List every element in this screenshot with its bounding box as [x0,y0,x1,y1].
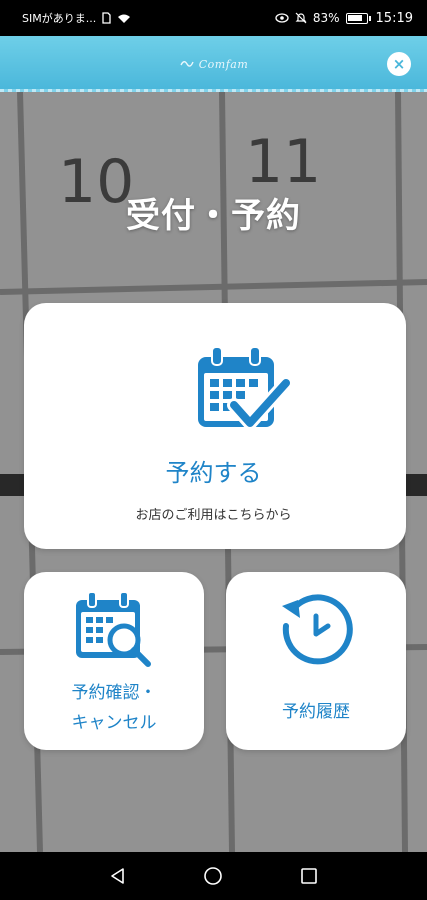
sim-icon [102,12,111,24]
page-title: 受付・予約 [126,196,301,236]
recents-square-icon [301,868,317,884]
close-button[interactable]: × [387,52,411,76]
close-icon: × [392,54,406,73]
confirm-cancel-label[interactable]: 予約確認・ キャンセル [24,678,204,738]
reserve-subtitle: お店のご利用はこちらから [135,508,292,523]
calendar-search-icon [76,591,151,667]
battery-icon [345,12,371,24]
battery-percent: 83% [312,11,340,25]
status-left: SIMがありま... [22,10,131,26]
battery-level [347,14,362,21]
navigation-bar [0,852,427,900]
reserve-label[interactable]: 予約する [0,453,427,488]
confirm-label-line1: 予約確認・ [71,683,157,703]
nav-home-button[interactable] [200,863,226,889]
history-card[interactable] [226,572,406,750]
clock-history-icon [282,594,353,665]
app-header: Comfam × [0,36,427,92]
wifi-icon [117,13,131,24]
nav-back-button[interactable] [105,863,131,889]
back-triangle-icon [111,868,124,884]
app-logo: Comfam [179,58,249,71]
status-time: 15:19 [375,10,413,26]
history-label[interactable]: 予約履歴 [226,697,406,722]
confirm-label-line2: キャンセル [71,713,157,733]
mute-bell-icon [295,12,307,24]
eye-icon [275,13,289,23]
calendar-check-icon [198,346,290,430]
status-right: 83% 15:19 [275,11,413,26]
home-circle-icon [204,867,223,885]
logo-text: Comfam [198,57,249,71]
nav-recents-button[interactable] [296,863,322,889]
logo-mark-icon [180,61,194,67]
status-bar: SIMがありま... 83% 15:19 [0,0,427,36]
carrier-text: SIMがありま... [22,12,97,25]
